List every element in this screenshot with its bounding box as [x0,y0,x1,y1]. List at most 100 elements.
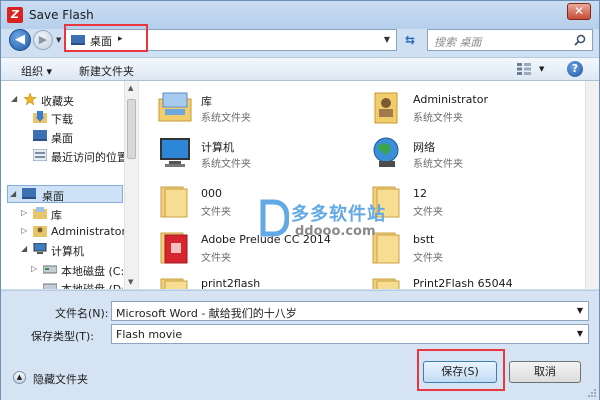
file-list: 库 系统文件夹 Administrator 系统文件夹 计算机 系统文件夹 网络… [141,81,599,289]
nav-item-administrator[interactable]: ▷ Administrator [21,223,126,241]
save-highlight-box [417,349,505,391]
filetype-label: 保存类型(T): [31,330,95,343]
nav-item-drive-c[interactable]: ▷ 本地磁盘 (C:) [31,261,128,279]
nav-item-label: 桌面 [51,132,73,145]
file-name: 12 [413,187,427,200]
window-title: Save Flash [29,8,94,22]
file-item-adobe-prelude[interactable]: Adobe Prelude CC 2014 文件夹 [157,227,357,271]
chevron-down-icon[interactable]: ▼ [577,329,583,338]
nav-item-label: Administrator [51,225,126,238]
file-item-000[interactable]: 000 文件夹 [157,181,357,225]
collapse-triangle-icon[interactable]: ◢ [21,244,27,253]
back-button[interactable]: ◀ [9,29,31,51]
file-item-bstt[interactable]: bstt 文件夹 [369,227,569,271]
expand-triangle-icon[interactable]: ▷ [21,226,27,235]
expand-triangle-icon[interactable]: ▷ [21,208,27,217]
close-button[interactable]: ✕ [567,3,591,20]
chevron-up-icon[interactable]: ▲ [13,371,26,384]
folder-icon [372,278,400,289]
help-icon[interactable]: ? [567,61,583,77]
filename-value[interactable]: Microsoft Word - 献给我们的十八岁 [116,305,297,321]
file-type: 文件夹 [413,207,443,218]
filename-label: 文件名(N): [55,307,109,320]
chevron-down-icon[interactable]: ▼ [577,306,583,315]
file-type: 系统文件夹 [413,113,463,124]
address-dropdown-icon[interactable]: ▼ [384,35,390,44]
drive-icon [43,283,57,289]
folder-icon [160,186,188,218]
nav-item-recent-places[interactable]: 最近访问的位置 [33,147,128,165]
nav-item-label: 收藏夹 [41,95,74,108]
forward-button[interactable]: ▶ [33,30,53,50]
user-folder-icon [374,92,398,124]
file-type: 系统文件夹 [201,159,251,170]
folder-icon [372,186,400,218]
nav-item-desktop-root[interactable]: ◢ 桌面 [7,185,123,203]
scroll-down-icon[interactable]: ▼ [128,278,133,286]
collapse-triangle-icon[interactable]: ◢ [10,189,16,198]
command-toolbar: 组织 ▾ 新建文件夹 ▼ ? [1,57,599,81]
nav-item-downloads[interactable]: 下载 [33,109,123,127]
recent-places-icon [33,149,47,161]
file-name: 网络 [413,141,435,154]
organize-menu-button[interactable]: 组织 ▾ [21,63,52,79]
scroll-thumb[interactable] [127,99,136,159]
nav-scrollbar[interactable]: ▲ ▼ [124,81,138,289]
desktop-icon [22,188,36,199]
nav-item-drive-d[interactable]: ▷ 本地磁盘 (D:) [43,279,123,289]
star-icon [23,93,37,105]
file-name: 库 [201,95,212,108]
library-folder-icon [158,92,192,122]
filetype-value[interactable]: Flash movie [116,328,182,341]
scroll-up-icon[interactable]: ▲ [128,84,133,92]
drive-icon [43,265,57,274]
folder-icon [372,232,400,264]
file-list-scrollbar[interactable] [585,81,599,289]
filetype-select[interactable]: Flash movie ▼ [111,324,589,344]
cancel-button[interactable]: 取消 [509,361,581,383]
refresh-button[interactable]: ⇆ [401,30,419,50]
file-name: Print2Flash 65044 [413,277,513,289]
file-item-network[interactable]: 网络 系统文件夹 [369,133,569,177]
file-type: 系统文件夹 [413,159,463,170]
download-folder-icon [33,111,47,123]
resize-grip-icon[interactable] [587,388,597,398]
nav-item-label: 桌面 [42,190,64,203]
adobe-folder-icon [160,232,188,264]
file-item-library[interactable]: 库 系统文件夹 [157,87,357,131]
nav-item-computer[interactable]: ◢ 计算机 [21,241,123,259]
desktop-icon [33,130,47,141]
computer-icon [160,138,190,167]
view-options-icon[interactable] [517,63,531,75]
nav-item-label: 最近访问的位置 [51,151,128,164]
view-dropdown-icon[interactable]: ▼ [539,65,544,73]
recent-pages-dropdown[interactable]: ▼ [56,36,61,44]
new-folder-button[interactable]: 新建文件夹 [79,63,134,79]
forward-arrow-icon: ▶ [38,33,48,46]
nav-item-label: 本地磁盘 (D:) [61,281,123,289]
file-type: 文件夹 [201,207,231,218]
nav-item-label: 下载 [51,113,73,126]
nav-item-desktop[interactable]: 桌面 [33,128,123,146]
search-input[interactable]: 搜索 桌面 [427,29,593,51]
filename-field[interactable]: Microsoft Word - 献给我们的十八岁 ▼ [111,301,589,321]
nav-item-library[interactable]: ▷ 库 [21,205,123,223]
refresh-icon: ⇆ [404,33,416,47]
folder-icon [160,278,188,289]
expand-triangle-icon[interactable]: ▷ [31,264,37,273]
file-item-print2flash[interactable]: print2flash [157,273,357,289]
file-item-print2flash-65044[interactable]: Print2Flash 65044 [369,273,569,289]
collapse-triangle-icon[interactable]: ◢ [11,94,17,103]
computer-icon [33,243,47,254]
file-item-computer[interactable]: 计算机 系统文件夹 [157,133,357,177]
file-name: Administrator [413,93,488,106]
nav-item-favorites[interactable]: ◢ 收藏夹 [11,91,123,109]
save-form: 文件名(N): Microsoft Word - 献给我们的十八岁 ▼ 保存类型… [1,290,599,400]
file-item-12[interactable]: 12 文件夹 [369,181,569,225]
navigation-pane: ◢ 收藏夹 下载 桌面 最近访问的位置 ◢ 桌面 ▷ 库 ▷ Administr… [1,81,139,289]
file-type: 系统文件夹 [201,113,251,124]
search-icon[interactable] [574,34,586,46]
file-name: 计算机 [201,141,234,154]
hide-folders-label[interactable]: 隐藏文件夹 [33,371,88,387]
file-item-administrator[interactable]: Administrator 系统文件夹 [369,87,569,131]
